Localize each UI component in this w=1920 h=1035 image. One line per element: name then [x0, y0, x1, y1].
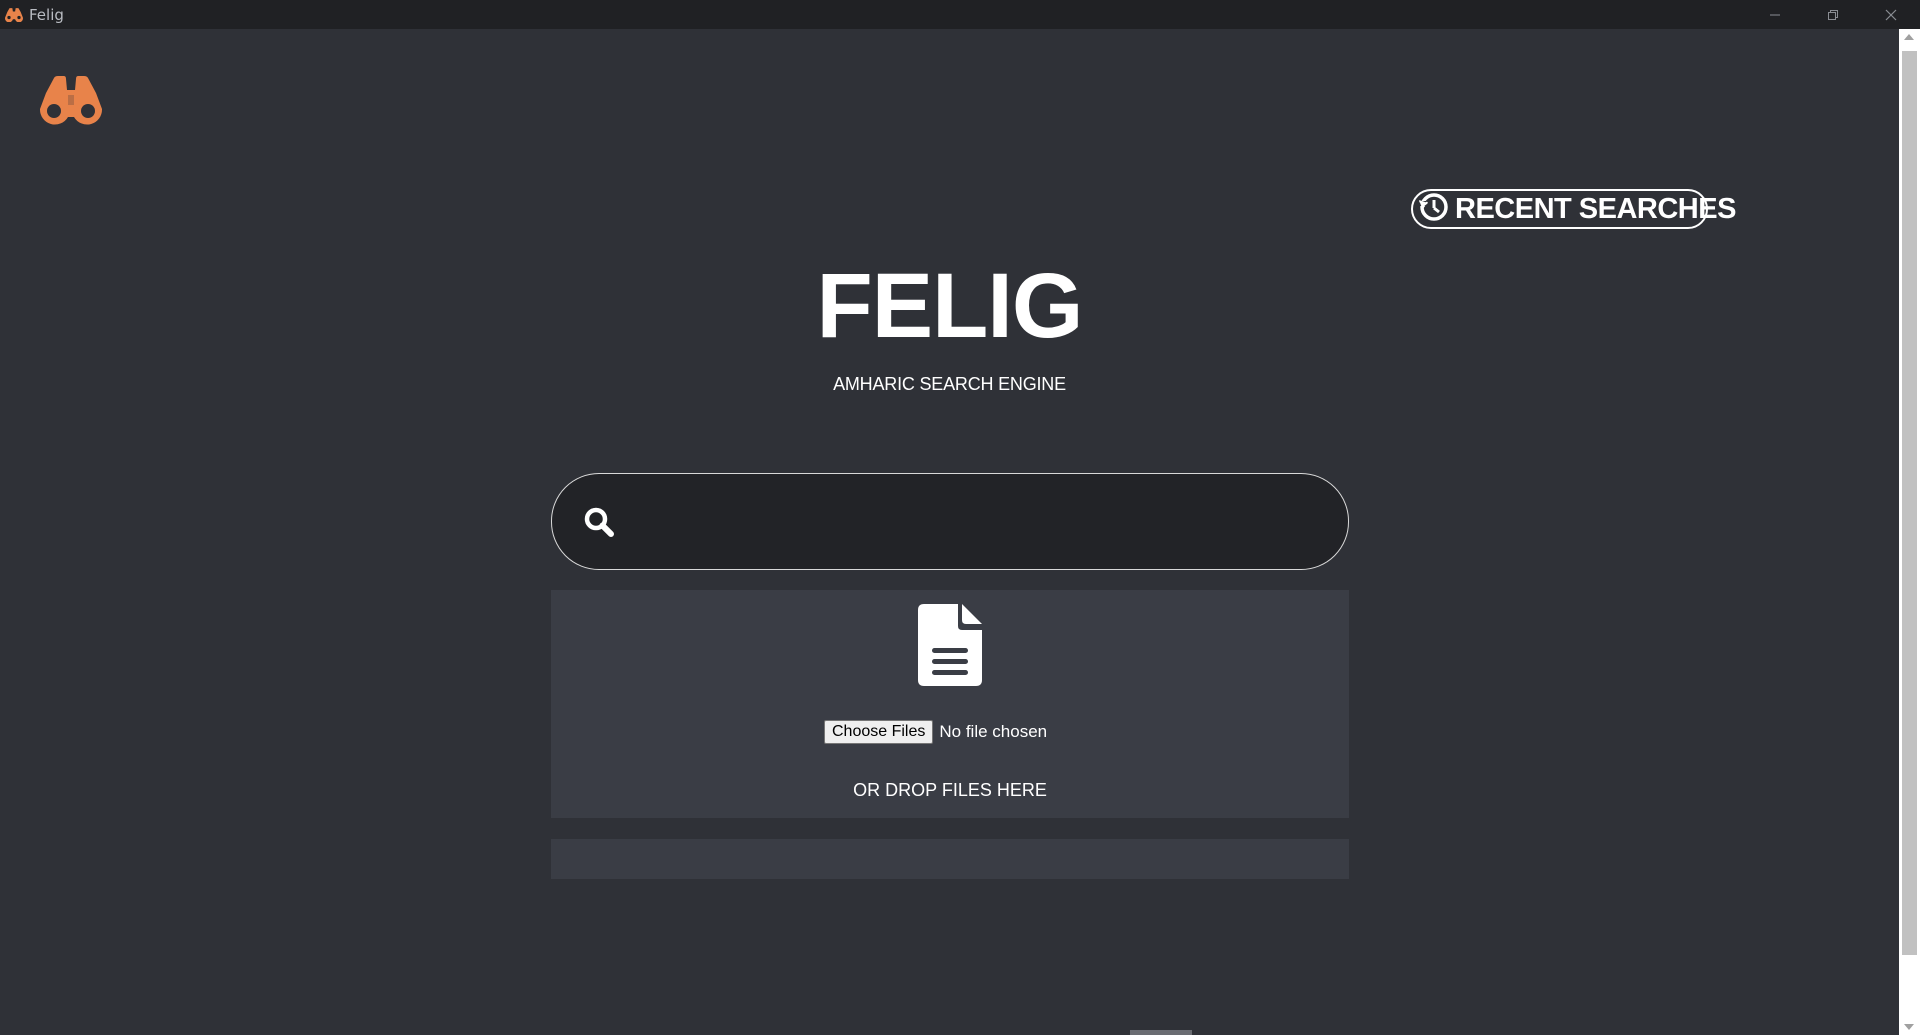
minimize-icon — [1770, 14, 1780, 15]
search-input[interactable] — [632, 490, 1308, 553]
brand-subtitle: AMHARIC SEARCH ENGINE — [833, 374, 1066, 394]
recent-searches-label: RECENT SEARCHES — [1455, 192, 1736, 225]
recent-searches-button[interactable]: RECENT SEARCHES — [1411, 189, 1736, 229]
search-bar[interactable] — [551, 473, 1349, 570]
vertical-scrollbar[interactable] — [1899, 29, 1920, 1035]
window-titlebar: Felig — [0, 0, 1920, 29]
close-button[interactable] — [1862, 0, 1920, 29]
restore-button[interactable] — [1804, 0, 1862, 29]
choose-files-button[interactable]: Choose Files — [824, 720, 934, 744]
file-document-icon — [918, 604, 982, 686]
minimize-button[interactable] — [1746, 0, 1804, 29]
close-icon — [1885, 9, 1897, 20]
file-drop-zone[interactable]: Choose Files No file chosen OR DROP FILE… — [551, 590, 1349, 818]
binoculars-icon — [4, 7, 24, 23]
brand-title: FELIG — [816, 255, 1084, 357]
scroll-up-icon[interactable] — [1904, 34, 1914, 40]
drop-files-label: OR DROP FILES HERE — [853, 780, 1047, 800]
file-status-text: No file chosen — [939, 722, 1048, 741]
file-input-row: Choose Files No file chosen — [824, 720, 1047, 744]
restore-icon — [1828, 9, 1838, 20]
results-panel — [551, 839, 1349, 879]
scroll-down-icon[interactable] — [1904, 1024, 1914, 1030]
main-content: RECENT SEARCHES FELIG AMHARIC SEARCH ENG… — [0, 29, 1899, 1035]
history-icon — [1417, 191, 1449, 228]
binoculars-icon[interactable] — [37, 73, 105, 127]
scroll-thumb[interactable] — [1902, 51, 1917, 955]
horizontal-scroll-indicator — [1130, 1030, 1192, 1035]
search-icon[interactable] — [580, 503, 618, 541]
window-controls — [1746, 0, 1920, 29]
window-title: Felig — [29, 5, 64, 24]
